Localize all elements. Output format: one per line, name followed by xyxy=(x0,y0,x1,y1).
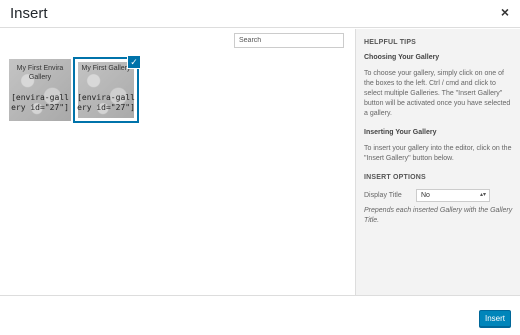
modal-title: Insert xyxy=(10,5,48,22)
display-title-select[interactable]: No ▴▾ xyxy=(416,189,490,202)
insert-options-heading: INSERT OPTIONS xyxy=(364,174,426,181)
display-title-row: Display Title No ▴▾ xyxy=(364,189,513,202)
inserting-gallery-title: Inserting Your Gallery xyxy=(364,129,437,136)
checkmark-icon[interactable]: ✓ xyxy=(127,55,141,69)
gallery-name: My First Envira Gallery xyxy=(16,65,64,81)
search-input[interactable] xyxy=(234,33,344,48)
insert-modal: Insert × My First Envira Gallery [envira… xyxy=(0,0,520,335)
close-icon[interactable]: × xyxy=(498,5,512,19)
gallery-shortcode: [envira-gallery id="27"] xyxy=(11,93,69,112)
insert-button[interactable]: Insert xyxy=(479,310,511,327)
inserting-gallery-text: To insert your gallery into the editor, … xyxy=(364,145,512,162)
gallery-item[interactable]: My First Envira Gallery [envira-gallery … xyxy=(9,59,71,121)
choosing-gallery-title: Choosing Your Gallery xyxy=(364,54,440,61)
modal-header: Insert × xyxy=(0,0,520,28)
display-title-description: Prepends each inserted Gallery with the … xyxy=(364,207,513,224)
helpful-tips-heading: HELPFUL TIPS xyxy=(364,39,417,46)
gallery-shortcode: [envira-gallery id="27"] xyxy=(77,93,135,112)
display-title-value: No xyxy=(421,192,430,199)
sidebar: HELPFUL TIPS Choosing Your Gallery To ch… xyxy=(355,29,520,295)
choosing-gallery-text: To choose your gallery, simply click on … xyxy=(364,70,511,117)
display-title-label: Display Title xyxy=(364,192,402,199)
modal-footer: Insert xyxy=(0,295,520,335)
select-arrows-icon: ▴▾ xyxy=(479,192,486,198)
gallery-browser: My First Envira Gallery [envira-gallery … xyxy=(0,29,355,295)
